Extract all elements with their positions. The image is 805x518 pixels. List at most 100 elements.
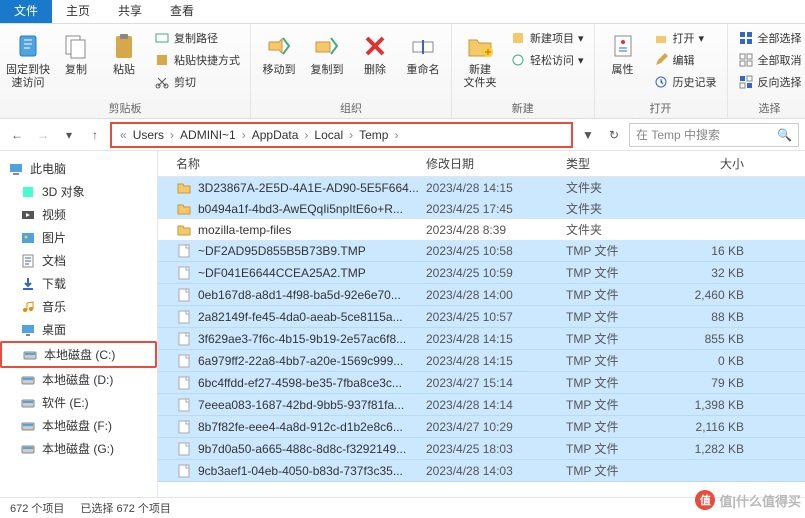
properties-button[interactable]: 属性 [601, 26, 645, 77]
crumb[interactable]: AppData [248, 128, 303, 142]
copy-to-button[interactable]: 复制到 [305, 26, 349, 77]
cell-name: mozilla-temp-files [198, 223, 426, 237]
group-label-open: 打开 [601, 98, 721, 118]
table-row[interactable]: 6a979ff2-22a8-4bb7-a20e-1569c999...2023/… [158, 350, 805, 372]
table-row[interactable]: 9cb3aef1-04eb-4050-b83d-737f3c35...2023/… [158, 460, 805, 482]
new-folder-button[interactable]: 新建 文件夹 [458, 26, 502, 90]
col-type[interactable]: 类型 [566, 155, 676, 172]
col-size[interactable]: 大小 [676, 155, 756, 172]
cut-button[interactable]: 剪切 [150, 72, 244, 92]
cell-name: ~DF041E6644CCEA25A2.TMP [198, 266, 426, 280]
sidebar-item[interactable]: 3D 对象 [0, 180, 157, 203]
sidebar-item[interactable]: 本地磁盘 (C:) [0, 341, 157, 368]
desktop-icon [20, 322, 36, 338]
sidebar-item[interactable]: 视频 [0, 203, 157, 226]
move-to-icon [263, 30, 295, 62]
crumb[interactable]: Local [310, 128, 347, 142]
sidebar-item[interactable]: 本地磁盘 (G:) [0, 437, 157, 460]
pin-button[interactable]: 固定到快 速访问 [6, 26, 50, 90]
table-row[interactable]: 9b7d0a50-a665-488c-8d8c-f3292149...2023/… [158, 438, 805, 460]
history-button[interactable]: 历史记录 [649, 72, 721, 92]
easy-access-button[interactable]: 轻松访问 ▾ [506, 50, 588, 70]
recent-button[interactable]: ▾ [58, 124, 80, 146]
paste-button[interactable]: 粘贴 [102, 26, 146, 77]
table-row[interactable]: 3f629ae3-7f6c-4b15-9b19-2e57ac6f8...2023… [158, 328, 805, 350]
crumb[interactable]: ADMINI~1 [176, 128, 240, 142]
tab-home[interactable]: 主页 [52, 0, 104, 23]
table-row[interactable]: 3D23867A-2E5D-4A1E-AD90-5E5F664...2023/4… [158, 177, 805, 198]
edit-button[interactable]: 编辑 [649, 50, 721, 70]
table-row[interactable]: 6bc4ffdd-ef27-4598-be35-7fba8ce3c...2023… [158, 372, 805, 394]
file-icon [176, 243, 192, 259]
delete-button[interactable]: 删除 [353, 26, 397, 77]
up-button[interactable]: ↑ [84, 124, 106, 146]
table-row[interactable]: mozilla-temp-files2023/4/28 8:39文件夹 [158, 219, 805, 240]
breadcrumb[interactable]: « Users›ADMINI~1›AppData›Local›Temp› [110, 122, 573, 148]
select-none-button[interactable]: 全部取消 [734, 50, 805, 70]
cell-date: 2023/4/25 10:57 [426, 310, 566, 324]
rename-button[interactable]: 重命名 [401, 26, 445, 77]
tab-file[interactable]: 文件 [0, 0, 52, 23]
sidebar-item[interactable]: 文档 [0, 249, 157, 272]
move-to-button[interactable]: 移动到 [257, 26, 301, 77]
sidebar-item[interactable]: 软件 (E:) [0, 391, 157, 414]
sidebar-item[interactable]: 本地磁盘 (F:) [0, 414, 157, 437]
search-input[interactable]: 在 Temp 中搜索 🔍 [629, 123, 799, 147]
cell-type: TMP 文件 [566, 264, 676, 281]
crumb[interactable]: Temp [355, 128, 392, 142]
sidebar-item[interactable]: 下载 [0, 272, 157, 295]
tab-view[interactable]: 查看 [156, 0, 208, 23]
cell-size: 32 KB [676, 266, 756, 280]
sidebar-item-label: 本地磁盘 (F:) [42, 417, 112, 434]
ribbon-group-organize: 移动到 复制到 删除 重命名 组织 [251, 24, 452, 118]
select-all-button[interactable]: 全部选择 [734, 28, 805, 48]
col-name[interactable]: 名称 [176, 155, 426, 172]
cell-date: 2023/4/28 8:39 [426, 223, 566, 237]
copy-button[interactable]: 复制 [54, 26, 98, 77]
cell-name: 9b7d0a50-a665-488c-8d8c-f3292149... [198, 442, 426, 456]
cell-size: 88 KB [676, 310, 756, 324]
cell-size: 855 KB [676, 332, 756, 346]
file-icon [176, 287, 192, 303]
invert-selection-button[interactable]: 反向选择 [734, 72, 805, 92]
sidebar-item-label: 文档 [42, 252, 66, 269]
dropdown-button[interactable]: ▼ [577, 124, 599, 146]
sidebar-item[interactable]: 本地磁盘 (D:) [0, 368, 157, 391]
sidebar-item[interactable]: 图片 [0, 226, 157, 249]
column-headers[interactable]: 名称 修改日期 类型 大小 [158, 151, 805, 177]
table-row[interactable]: 7eeea083-1687-42bd-9bb5-937f81fa...2023/… [158, 394, 805, 416]
table-row[interactable]: 0eb167d8-a8d1-4f98-ba5d-92e6e70...2023/4… [158, 284, 805, 306]
status-count: 672 个项目 [10, 500, 64, 516]
music-icon [20, 299, 36, 315]
forward-button[interactable]: → [32, 124, 54, 146]
table-row[interactable]: ~DF2AD95D855B5B73B9.TMP2023/4/25 10:58TM… [158, 240, 805, 262]
open-button[interactable]: 打开 ▾ [649, 28, 721, 48]
search-placeholder: 在 Temp 中搜索 [636, 126, 720, 143]
table-row[interactable]: b0494a1f-4bd3-AwEQqIi5npItE6o+R...2023/4… [158, 198, 805, 219]
back-button[interactable]: ← [6, 124, 28, 146]
sidebar: 此电脑 3D 对象视频图片文档下载音乐桌面本地磁盘 (C:)本地磁盘 (D:)软… [0, 151, 158, 497]
col-date[interactable]: 修改日期 [426, 155, 566, 172]
tab-share[interactable]: 共享 [104, 0, 156, 23]
table-row[interactable]: 8b7f82fe-eee4-4a8d-912c-d1b2e8c6...2023/… [158, 416, 805, 438]
chevron-right-icon: › [168, 128, 176, 142]
disk-icon [20, 372, 36, 388]
crumb[interactable]: Users [129, 128, 168, 142]
refresh-button[interactable]: ↻ [603, 124, 625, 146]
cell-type: TMP 文件 [566, 308, 676, 325]
new-item-button[interactable]: 新建项目 ▾ [506, 28, 588, 48]
disk-icon [22, 347, 38, 363]
sidebar-item[interactable]: 音乐 [0, 295, 157, 318]
delete-icon [359, 30, 391, 62]
file-list: 名称 修改日期 类型 大小 3D23867A-2E5D-4A1E-AD90-5E… [158, 151, 805, 497]
cell-date: 2023/4/25 10:59 [426, 266, 566, 280]
copy-path-button[interactable]: 复制路径 [150, 28, 244, 48]
pin-icon [12, 30, 44, 62]
table-row[interactable]: ~DF041E6644CCEA25A2.TMP2023/4/25 10:59TM… [158, 262, 805, 284]
sidebar-this-pc[interactable]: 此电脑 [0, 157, 157, 180]
paste-shortcut-button[interactable]: 粘贴快捷方式 [150, 50, 244, 70]
pc-icon [8, 161, 24, 177]
sidebar-item[interactable]: 桌面 [0, 318, 157, 341]
table-row[interactable]: 2a82149f-fe45-4da0-aeab-5ce8115a...2023/… [158, 306, 805, 328]
select-all-icon [738, 30, 754, 46]
